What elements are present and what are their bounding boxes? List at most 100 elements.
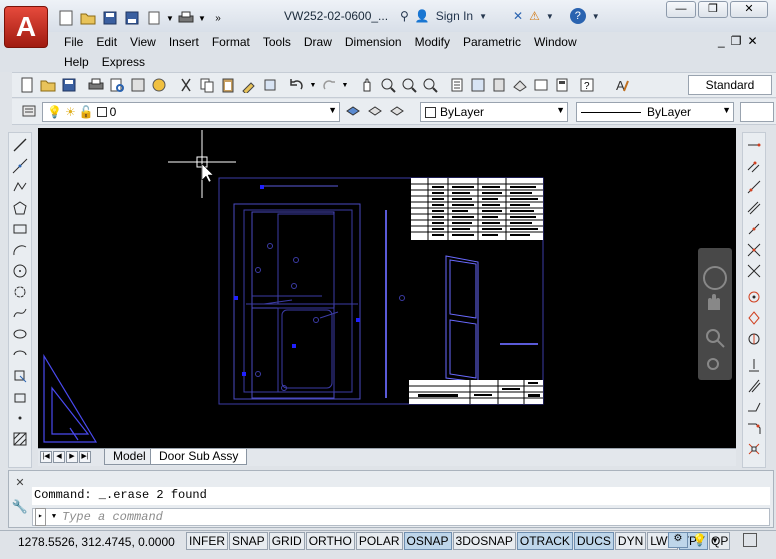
tab-door-sub-assy[interactable]: Door Sub Assy (150, 449, 248, 465)
erase-icon[interactable] (745, 136, 763, 154)
stretch-icon[interactable] (745, 309, 763, 327)
first-tab-icon[interactable]: |◀ (40, 451, 52, 463)
save-icon[interactable] (100, 8, 120, 28)
pan-icon[interactable] (358, 76, 376, 94)
layer-previous-icon[interactable] (366, 102, 384, 120)
binoculars-icon[interactable]: ⚲ (400, 9, 409, 23)
doc-restore-button[interactable]: ❐ (731, 34, 742, 48)
workspace-icon[interactable]: ⚙ (668, 532, 688, 548)
restore-button[interactable]: ❐ (698, 1, 728, 18)
text-style-combo[interactable]: Standard (688, 75, 772, 95)
toggle-polar[interactable]: POLAR (355, 532, 403, 550)
zoom-window-icon[interactable] (400, 76, 418, 94)
plot-preview-icon[interactable] (108, 76, 126, 94)
line-icon[interactable] (11, 136, 29, 154)
mirror-icon[interactable] (745, 178, 763, 196)
sheet-set-icon[interactable] (511, 76, 529, 94)
menu-draw[interactable]: Draw (302, 35, 343, 49)
rectangle-icon[interactable] (11, 220, 29, 238)
previous-tab-icon[interactable]: ◀ (53, 451, 65, 463)
doc-minimize-button[interactable]: _ (718, 34, 725, 48)
revision-cloud-icon[interactable] (11, 283, 29, 301)
properties-icon[interactable] (448, 76, 466, 94)
menu-dimension[interactable]: Dimension (343, 35, 413, 49)
help-icon[interactable]: ? (578, 76, 596, 94)
toggle-3dosnap[interactable]: 3DOSNAP (452, 532, 516, 550)
toggle-dyn[interactable]: DYN (614, 532, 647, 550)
dropdown-arrow-icon[interactable]: ▼ (341, 76, 349, 94)
doc-close-button[interactable]: ✕ (747, 34, 757, 48)
menu-view[interactable]: View (128, 35, 167, 49)
circle-icon[interactable] (11, 262, 29, 280)
rotate-icon[interactable] (745, 262, 763, 280)
menu-format[interactable]: Format (210, 35, 261, 49)
open-folder-icon[interactable] (78, 8, 98, 28)
dropdown-arrow-icon[interactable]: ▼ (592, 12, 600, 21)
layer-combo[interactable]: 💡 ☀ 🔓 0 ▼ (42, 102, 340, 122)
explode-icon[interactable] (745, 440, 763, 458)
command-prompt-icon[interactable]: ▸ (35, 508, 46, 526)
zoom-realtime-icon[interactable] (379, 76, 397, 94)
construction-line-icon[interactable] (11, 157, 29, 175)
zoom-previous-icon[interactable] (421, 76, 439, 94)
last-tab-icon[interactable]: ▶| (79, 451, 91, 463)
command-input[interactable]: ▸ ▼ Type a command (32, 508, 770, 526)
text-style-icon[interactable]: A (613, 76, 631, 94)
extend-icon[interactable] (745, 356, 763, 374)
tool-palettes-icon[interactable] (490, 76, 508, 94)
save-icon[interactable] (60, 76, 78, 94)
lineweight-combo[interactable] (740, 102, 774, 122)
toggle-infer[interactable]: INFER (186, 532, 228, 550)
make-current-layer-icon[interactable] (344, 102, 362, 120)
match-properties-icon[interactable] (240, 76, 258, 94)
make-block-icon[interactable] (11, 388, 29, 406)
customize-wrench-icon[interactable]: 🔧 (12, 499, 28, 515)
exchange-icon[interactable]: ✕ (513, 9, 523, 23)
save-as-icon[interactable] (122, 8, 142, 28)
help-icon[interactable]: ? (569, 8, 586, 24)
menu-edit[interactable]: Edit (94, 35, 128, 49)
hatch-icon[interactable] (11, 430, 29, 448)
copy-object-icon[interactable] (745, 157, 763, 175)
spline-icon[interactable] (11, 304, 29, 322)
undo-icon[interactable] (288, 76, 306, 94)
tab-model[interactable]: Model (104, 449, 155, 465)
break-icon[interactable] (745, 377, 763, 395)
scale-icon[interactable] (745, 288, 763, 306)
close-button[interactable]: ✕ (730, 1, 768, 18)
next-tab-icon[interactable]: ▶ (66, 451, 78, 463)
menu-tools[interactable]: Tools (261, 35, 302, 49)
trim-icon[interactable] (745, 330, 763, 348)
toggle-otrack[interactable]: OTRACK (516, 532, 573, 550)
minimize-button[interactable]: — (666, 1, 696, 18)
calculator-icon[interactable] (553, 76, 571, 94)
close-icon[interactable]: ✕ (15, 476, 24, 489)
dropdown-arrow-icon[interactable]: ▼ (198, 8, 206, 28)
menu-window[interactable]: Window (532, 35, 588, 49)
toggle-snap[interactable]: SNAP (229, 532, 268, 550)
chamfer-icon[interactable] (745, 419, 763, 437)
toggle-ortho[interactable]: ORTHO (305, 532, 355, 550)
array-icon[interactable] (745, 220, 763, 238)
open-folder-icon[interactable] (39, 76, 57, 94)
dropdown-arrow-icon[interactable]: ▼ (711, 536, 719, 545)
menu-help[interactable]: Help (62, 55, 100, 69)
toggle-osnap[interactable]: OSNAP (403, 532, 452, 550)
toggle-ducs[interactable]: DUCS (573, 532, 614, 550)
markup-set-icon[interactable] (532, 76, 550, 94)
design-center-icon[interactable] (469, 76, 487, 94)
join-icon[interactable] (745, 398, 763, 416)
publish-icon[interactable] (129, 76, 147, 94)
dropdown-arrow-icon[interactable]: ▼ (479, 12, 487, 21)
copy-icon[interactable] (198, 76, 216, 94)
menu-insert[interactable]: Insert (167, 35, 210, 49)
point-icon[interactable] (11, 409, 29, 427)
menu-file[interactable]: File (62, 35, 94, 49)
ellipse-arc-icon[interactable] (11, 346, 29, 364)
stay-connected-icon[interactable]: ⚠ (529, 9, 540, 23)
dropdown-arrow-icon[interactable]: ▼ (309, 76, 317, 94)
arc-icon[interactable] (11, 241, 29, 259)
block-editor-icon[interactable] (261, 76, 279, 94)
offset-icon[interactable] (745, 199, 763, 217)
expand-toolbar-icon[interactable]: » (208, 8, 228, 28)
